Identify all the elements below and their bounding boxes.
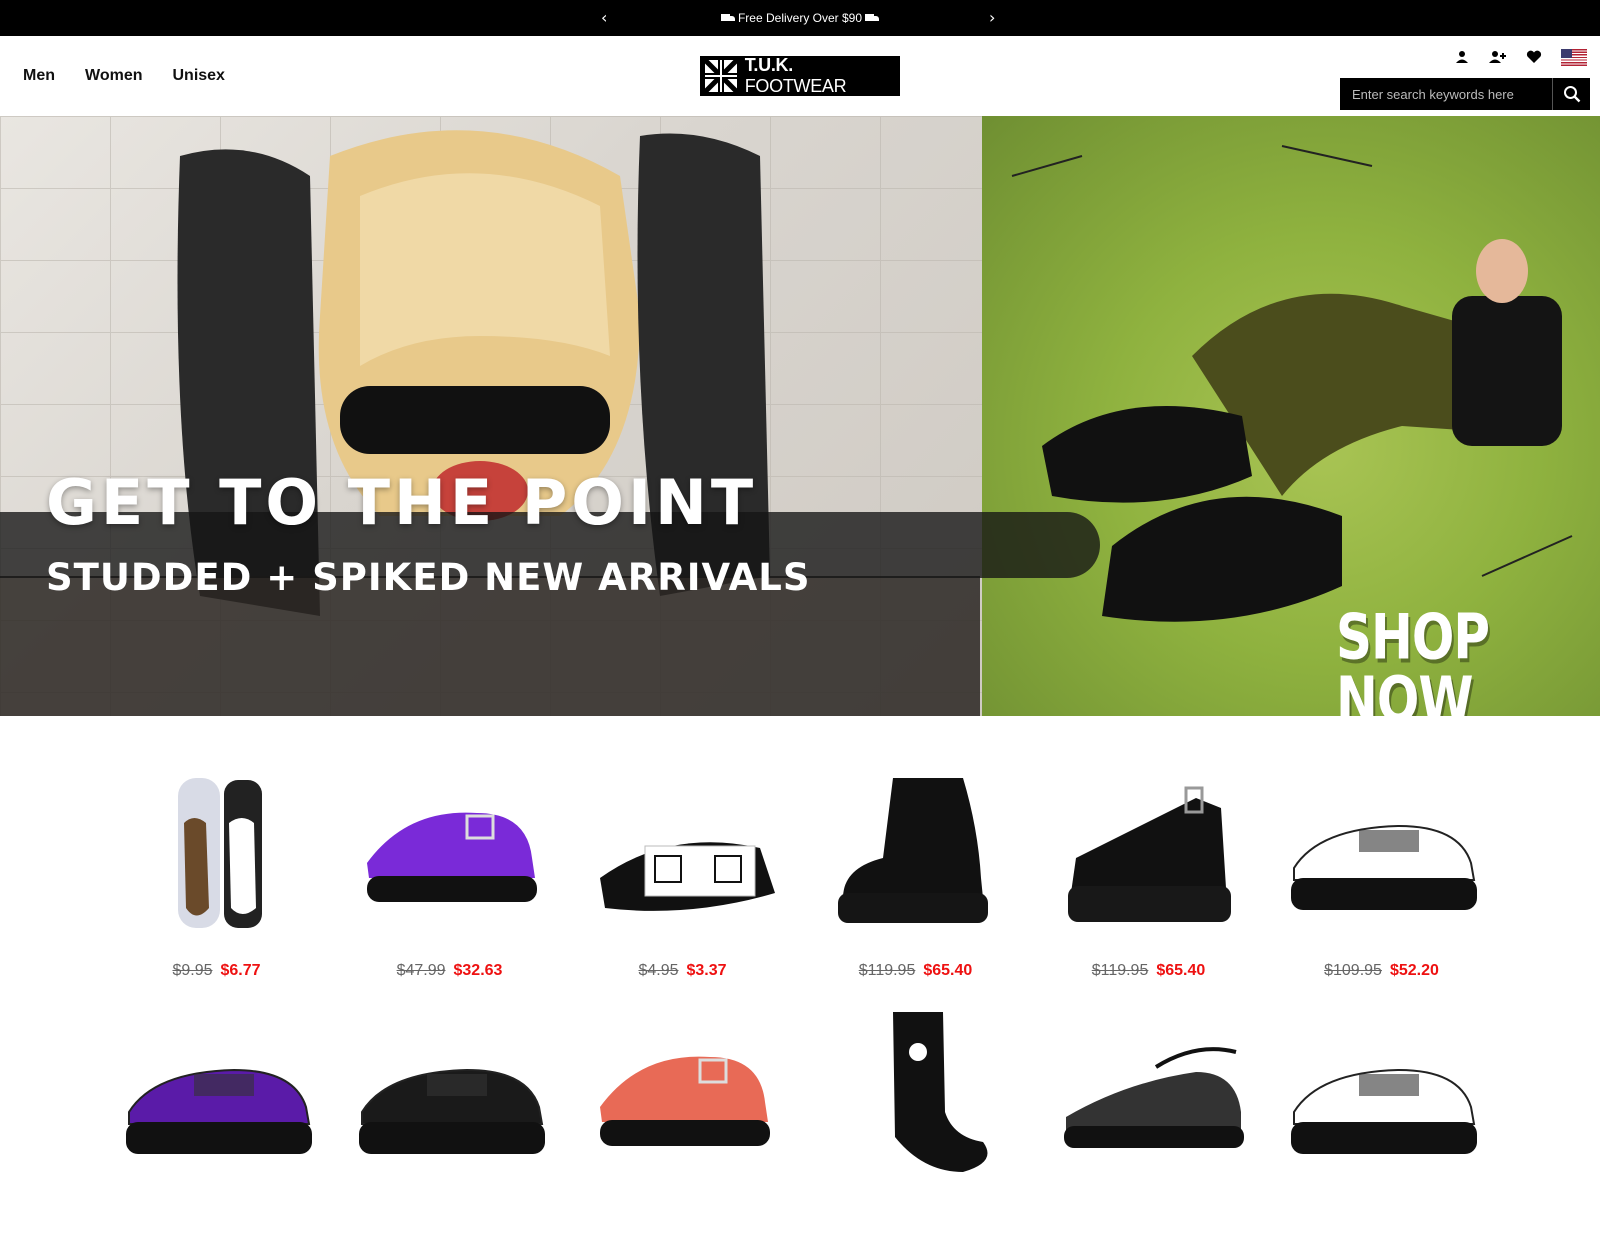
- sale-price: $65.40: [1156, 962, 1206, 979]
- truck-icon: [865, 14, 880, 23]
- product-price: $4.95 $3.37: [580, 962, 785, 980]
- product-image[interactable]: [1279, 768, 1484, 933]
- search-button[interactable]: [1552, 78, 1590, 110]
- announcement-message-wrap: Free Delivery Over $90: [0, 11, 1600, 25]
- product-card[interactable]: $4.95 $3.37: [580, 768, 813, 1012]
- hero-banner[interactable]: GET TO THE POINT STUDDED + SPIKED NEW AR…: [0, 116, 1600, 716]
- sale-price: $65.40: [923, 962, 973, 979]
- product-card[interactable]: $9.95 $6.77: [114, 768, 347, 1012]
- product-price: $119.95 $65.40: [1046, 962, 1251, 980]
- product-price: $119.95 $65.40: [813, 962, 1018, 980]
- sale-price: $6.77: [220, 962, 261, 979]
- flag-canton: [1561, 48, 1572, 58]
- logo-brand: T.U.K.: [744, 55, 794, 75]
- product-card[interactable]: [1046, 1012, 1279, 1256]
- logo-suffix: FOOTWEAR: [744, 76, 847, 96]
- main-nav: Men Women Unisex: [23, 67, 225, 85]
- hero-headline: GET TO THE POINT: [46, 466, 758, 539]
- hero-model-illustration: [0, 130, 980, 716]
- announcement-message: Free Delivery Over $90: [737, 11, 863, 25]
- product-price: $9.95 $6.77: [114, 962, 319, 980]
- add-user-icon[interactable]: [1489, 48, 1507, 66]
- sale-price: $52.20: [1389, 962, 1439, 979]
- product-image[interactable]: [813, 1012, 1018, 1177]
- product-image[interactable]: [813, 768, 1018, 933]
- search-bar: [1340, 78, 1590, 110]
- sale-price: $3.37: [686, 962, 727, 979]
- product-image[interactable]: [1046, 768, 1251, 933]
- logo-text: T.U.K. FOOTWEAR: [745, 55, 898, 97]
- product-grid: $9.95 $6.77 $47.99 $32.63 $4.95 $3.37 $119.95 $…: [114, 768, 1488, 1256]
- product-card[interactable]: $47.99 $32.63: [347, 768, 580, 1012]
- product-image[interactable]: [1046, 1012, 1251, 1177]
- original-price: $4.95: [638, 962, 679, 979]
- product-image[interactable]: [347, 768, 552, 933]
- logo-mark-icon: [703, 58, 739, 94]
- us-flag-icon[interactable]: [1561, 48, 1587, 66]
- product-card[interactable]: [1279, 1012, 1512, 1256]
- truck-icon: [720, 14, 735, 23]
- product-image[interactable]: [580, 768, 785, 933]
- product-card[interactable]: [114, 1012, 347, 1256]
- product-image[interactable]: [580, 1012, 785, 1177]
- product-image[interactable]: [347, 1012, 552, 1177]
- product-image[interactable]: [1279, 1012, 1484, 1177]
- product-card[interactable]: $119.95 $65.40: [813, 768, 1046, 1012]
- product-card[interactable]: $119.95 $65.40: [1046, 768, 1279, 1012]
- nav-item-men[interactable]: Men: [23, 67, 55, 85]
- search-input[interactable]: [1340, 78, 1552, 110]
- original-price: $109.95: [1324, 962, 1382, 979]
- product-image[interactable]: [114, 1012, 319, 1177]
- nav-item-unisex[interactable]: Unisex: [172, 67, 224, 85]
- hero-image-left: [0, 116, 982, 716]
- shop-now-button[interactable]: SHOP NOW: [1336, 606, 1600, 716]
- original-price: $9.95: [172, 962, 213, 979]
- account-icon[interactable]: [1453, 48, 1471, 66]
- nav-item-women[interactable]: Women: [85, 67, 142, 85]
- search-icon: [1563, 86, 1580, 103]
- sale-price: $32.63: [453, 962, 503, 979]
- original-price: $47.99: [396, 962, 446, 979]
- site-header: Men Women Unisex T.U.K. FOOTWEAR: [0, 36, 1600, 116]
- hero-subhead: STUDDED + SPIKED NEW ARRIVALS: [46, 556, 811, 599]
- heart-icon[interactable]: [1525, 48, 1543, 66]
- product-card[interactable]: [347, 1012, 580, 1256]
- site-logo[interactable]: T.U.K. FOOTWEAR: [700, 55, 900, 97]
- product-image[interactable]: [114, 768, 319, 933]
- product-card[interactable]: [580, 1012, 813, 1256]
- original-price: $119.95: [1091, 962, 1149, 979]
- header-icons: [1453, 48, 1587, 66]
- announcement-next-arrow[interactable]: ›: [989, 8, 995, 27]
- product-price: $47.99 $32.63: [347, 962, 552, 980]
- original-price: $119.95: [858, 962, 916, 979]
- announcement-bar: ‹ Free Delivery Over $90 ›: [0, 0, 1600, 36]
- product-card[interactable]: $109.95 $52.20: [1279, 768, 1512, 1012]
- product-card[interactable]: [813, 1012, 1046, 1256]
- product-price: $109.95 $52.20: [1279, 962, 1484, 980]
